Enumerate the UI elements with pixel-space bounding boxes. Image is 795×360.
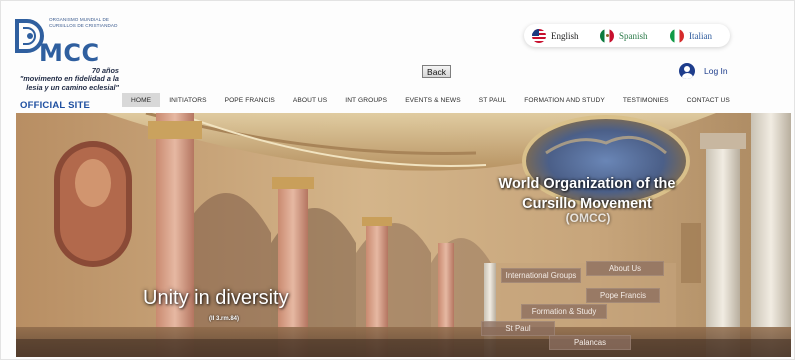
language-spanish[interactable]: Spanish xyxy=(600,28,648,43)
international-groups-button[interactable]: International Groups xyxy=(501,268,581,283)
italy-flag-icon xyxy=(670,28,684,43)
hero-reference: (II 3.rm.84) xyxy=(209,316,240,322)
basilica-interior-image xyxy=(16,113,791,357)
nav-events-news[interactable]: EVENTS & NEWS xyxy=(396,93,470,107)
language-italian-label: Italian xyxy=(689,30,712,41)
language-italian[interactable]: Italian xyxy=(670,28,712,43)
pope-francis-button[interactable]: Pope Francis xyxy=(586,288,660,303)
nav-formation-study[interactable]: FORMATION AND STUDY xyxy=(515,93,614,107)
formation-study-button[interactable]: Formation & Study xyxy=(521,304,607,319)
page-frame: Organismo Mundial de Cursillos de Cristi… xyxy=(0,0,795,360)
nav-pope-francis[interactable]: POPE FRANCIS xyxy=(216,93,284,107)
hero-subtitle: (OMCC) xyxy=(565,211,611,225)
language-english-label: English xyxy=(551,30,579,41)
us-flag-icon xyxy=(532,28,546,43)
motto-line-church: lesia y un camino eclesial" xyxy=(26,82,119,92)
palancas-button[interactable]: Palancas xyxy=(549,335,631,350)
language-english[interactable]: English xyxy=(532,28,579,43)
official-site-label: OFFICIAL SITE xyxy=(20,100,90,111)
login-label: Log In xyxy=(704,66,728,76)
nav-int-groups[interactable]: INT GROUPS xyxy=(336,93,396,107)
mexico-flag-icon xyxy=(600,28,614,43)
nav-testimonies[interactable]: TESTIMONIES xyxy=(614,93,678,107)
nav-home[interactable]: HOME xyxy=(122,93,161,107)
main-navigation: HOME INITIATORS POPE FRANCIS ABOUT US IN… xyxy=(122,93,739,107)
logo-wordmark: MCC xyxy=(39,39,100,67)
hero-title: World Organization of the Cursillo Movem… xyxy=(498,176,676,212)
about-us-button[interactable]: About Us xyxy=(586,261,664,276)
language-selector: English Spanish Italian xyxy=(524,24,730,47)
user-avatar-icon xyxy=(679,63,695,79)
nav-about-us[interactable]: ABOUT US xyxy=(284,93,336,107)
nav-initiators[interactable]: INITIATORS xyxy=(160,93,215,107)
hero-tagline: Unity in diversity xyxy=(143,287,289,309)
back-button[interactable]: Back xyxy=(422,65,451,78)
anniversary-motto: 70 años "movimento en fidelidad a la les… xyxy=(11,66,119,92)
st-paul-button[interactable]: St Paul xyxy=(481,321,555,336)
language-spanish-label: Spanish xyxy=(619,30,648,41)
logo-organization-text: Organismo Mundial de Cursillos de Cristi… xyxy=(49,17,118,28)
login-button[interactable]: Log In xyxy=(679,62,728,80)
hero-banner: World Organization of the Cursillo Movem… xyxy=(16,113,791,357)
nav-contact-us[interactable]: CONTACT US xyxy=(678,93,739,107)
nav-st-paul[interactable]: ST PAUL xyxy=(470,93,516,107)
